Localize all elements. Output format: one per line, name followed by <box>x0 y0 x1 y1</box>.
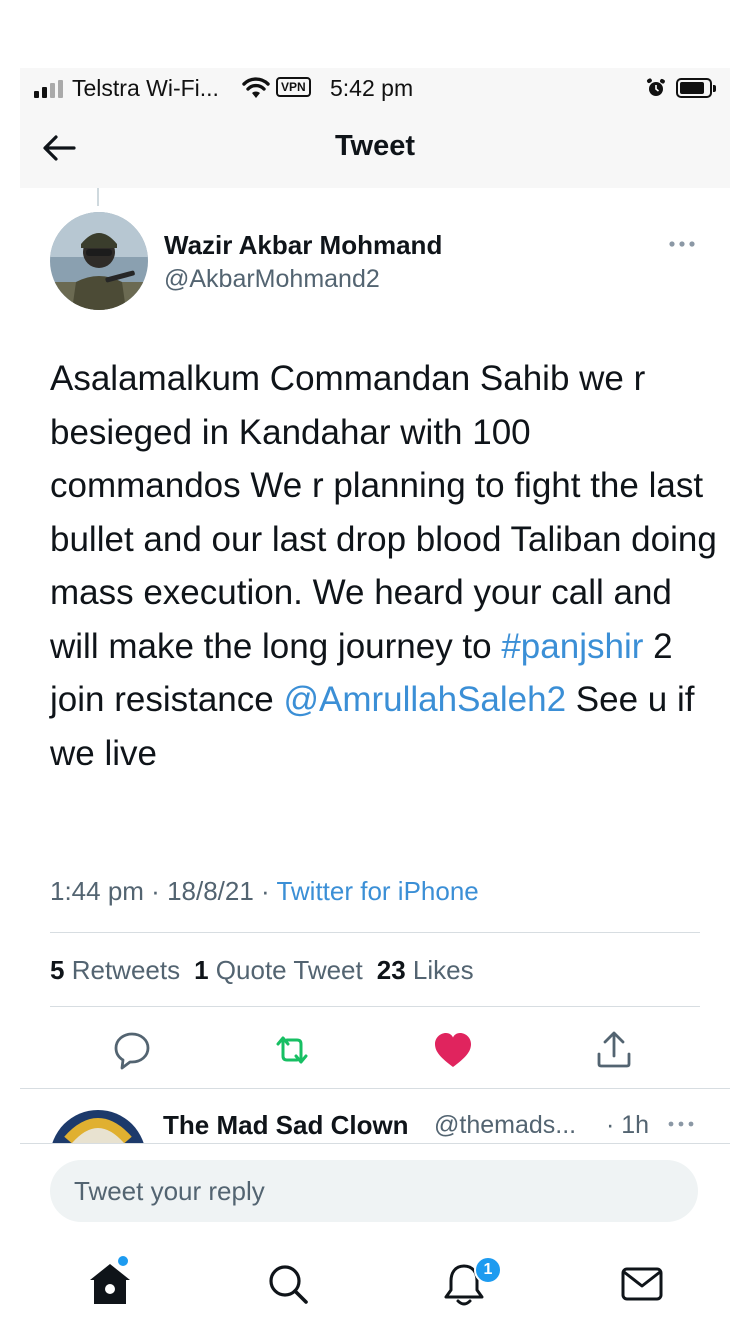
tweet-text-part: Asalamalkum Commandan Sahib we r besiege… <box>50 359 717 666</box>
tweet-time: 1:44 pm <box>50 876 144 906</box>
retweet-icon[interactable] <box>270 1028 314 1072</box>
likes-stat[interactable]: 23 Likes <box>377 955 474 985</box>
thread-line <box>97 188 99 206</box>
tweet-source-link[interactable]: Twitter for iPhone <box>276 876 478 906</box>
tweet-timestamp: 1:44 pm · 18/8/21 · Twitter for iPhone <box>50 876 479 907</box>
author-name[interactable]: Wazir Akbar Mohmand <box>164 230 442 261</box>
battery-icon <box>676 78 716 98</box>
page-title: Tweet <box>334 130 416 162</box>
vpn-badge: VPN <box>276 77 311 97</box>
more-icon[interactable] <box>666 232 698 256</box>
status-bar: Telstra Wi-Fi... VPN 5:42 pm <box>20 68 730 108</box>
author-handle[interactable]: @AkbarMohmand2 <box>164 265 380 294</box>
quotes-stat[interactable]: 1 Quote Tweet <box>194 955 363 985</box>
reply-time: · 1h <box>606 1111 650 1139</box>
home-icon[interactable] <box>86 1260 134 1308</box>
separator: · <box>143 876 168 906</box>
divider <box>20 1088 730 1089</box>
tweet-text: Asalamalkum Commandan Sahib we r besiege… <box>50 352 720 780</box>
notification-badge: 1 <box>474 1256 502 1284</box>
divider <box>50 932 700 933</box>
reply-icon[interactable] <box>110 1028 154 1072</box>
retweets-stat[interactable]: 5 Retweets <box>50 955 180 985</box>
messages-icon[interactable] <box>618 1260 666 1308</box>
author-avatar[interactable] <box>50 212 148 310</box>
reply-author-handle[interactable]: @themads... <box>434 1111 576 1140</box>
share-icon[interactable] <box>592 1028 636 1072</box>
reply-preview[interactable]: The Mad Sad Clown @themads... · 1h <box>20 1090 730 1144</box>
separator: · <box>253 876 277 906</box>
signal-icon <box>34 80 63 98</box>
divider <box>50 1006 700 1007</box>
reply-input[interactable] <box>50 1160 698 1222</box>
reply-author-name[interactable]: The Mad Sad Clown <box>163 1110 409 1141</box>
divider <box>20 1143 730 1144</box>
quotes-label: Quote Tweet <box>215 955 363 985</box>
more-icon[interactable] <box>666 1114 696 1134</box>
hashtag-link[interactable]: #panjshir <box>501 627 643 666</box>
search-icon[interactable] <box>264 1260 312 1308</box>
retweets-label: Retweets <box>71 955 181 985</box>
retweets-count: 5 <box>50 955 65 985</box>
alarm-icon <box>646 78 665 96</box>
likes-count: 23 <box>376 955 406 985</box>
likes-label: Likes <box>412 955 474 985</box>
tweet-date: 18/8/21 <box>167 876 254 906</box>
quotes-count: 1 <box>194 955 209 985</box>
engagement-stats: 5 Retweets 1 Quote Tweet 23 Likes <box>50 955 474 986</box>
navigation-bar: Tweet <box>20 108 730 188</box>
mention-link[interactable]: @AmrullahSaleh2 <box>283 680 566 719</box>
status-time: 5:42 pm <box>330 75 414 101</box>
reply-avatar[interactable] <box>50 1110 146 1144</box>
like-icon[interactable] <box>431 1028 475 1072</box>
carrier-name: Telstra Wi-Fi... <box>72 75 219 101</box>
wifi-icon <box>242 77 270 98</box>
